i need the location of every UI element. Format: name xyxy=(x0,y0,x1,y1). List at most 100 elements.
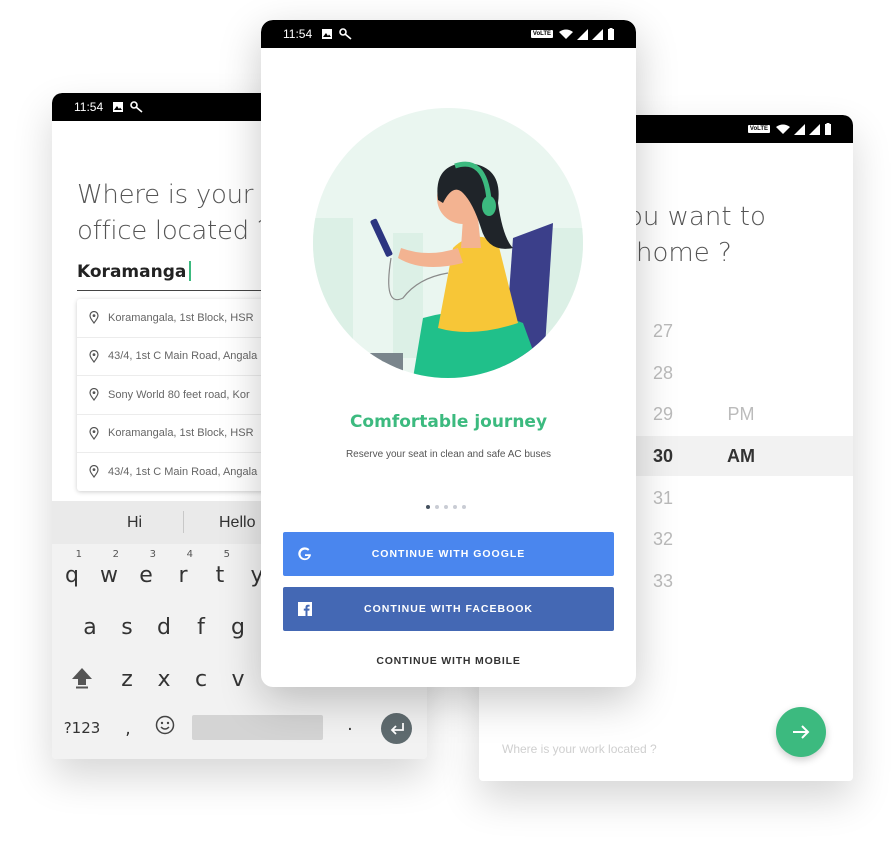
key-x[interactable]: x xyxy=(150,667,178,692)
suggestion-item[interactable]: 43/4, 1st C Main Road, Angala xyxy=(77,338,287,376)
suggestion-item[interactable]: Sony World 80 feet road, Kor xyxy=(77,376,287,415)
image-notification-icon xyxy=(113,102,124,112)
key-t[interactable]: 5t xyxy=(206,549,234,588)
suggestion-item[interactable]: Koramangala, 1st Block, HSR xyxy=(77,299,287,338)
button-label: CONTINUE WITH FACEBOOK xyxy=(364,603,533,615)
space-bar[interactable] xyxy=(192,715,323,740)
shift-key[interactable] xyxy=(68,667,96,695)
suggestion-text: 43/4, 1st C Main Road, Angala xyxy=(108,465,258,478)
key-z[interactable]: z xyxy=(113,667,141,692)
google-icon xyxy=(298,547,311,561)
key-f[interactable]: f xyxy=(187,615,215,640)
location-pin-icon xyxy=(89,388,99,402)
suggestion-text: Sony World 80 feet road, Kor xyxy=(108,388,250,401)
key-label: t xyxy=(215,563,225,588)
key-hint: 2 xyxy=(112,549,119,560)
battery-icon xyxy=(608,28,614,40)
key-hint: 3 xyxy=(149,549,156,560)
picker-option-selected[interactable]: 30 xyxy=(643,446,683,467)
return-arrow-icon xyxy=(390,722,404,735)
suggestion-text: Koramangala, 1st Block, HSR xyxy=(108,427,254,440)
picker-option[interactable]: 27 xyxy=(643,321,683,342)
onboarding-title: Comfortable journey xyxy=(349,412,548,432)
meridiem-option-selected[interactable]: AM xyxy=(724,446,758,467)
key-label: g xyxy=(231,615,245,640)
key-label: . xyxy=(347,715,353,735)
page-dot[interactable] xyxy=(453,505,457,509)
key-label: x xyxy=(157,667,171,692)
suggestion-divider xyxy=(183,511,184,533)
key-hint: 4 xyxy=(186,549,193,560)
key-v[interactable]: v xyxy=(224,667,252,692)
input-value: Koramanga xyxy=(77,262,187,282)
suggestion-list: Koramangala, 1st Block, HSR 43/4, 1st C … xyxy=(77,299,287,491)
signal-icon xyxy=(809,123,820,135)
comma-key[interactable]: , xyxy=(114,719,142,739)
enter-key[interactable] xyxy=(381,713,412,744)
page-dot[interactable] xyxy=(444,505,448,509)
symbols-key[interactable]: ?123 xyxy=(60,719,104,737)
image-notification-icon xyxy=(322,29,333,39)
keyboard-suggestion[interactable]: Hi xyxy=(127,514,142,532)
key-q[interactable]: 1q xyxy=(58,549,86,588)
next-button[interactable] xyxy=(776,707,826,757)
volte-badge: VoLTE xyxy=(747,125,770,133)
page-dot[interactable] xyxy=(435,505,439,509)
picker-option[interactable]: 33 xyxy=(643,571,683,592)
key-label: , xyxy=(125,719,131,739)
wifi-icon xyxy=(559,29,573,39)
key-label: s xyxy=(121,615,133,640)
suggestion-item[interactable]: 43/4, 1st C Main Road, Angala xyxy=(77,453,287,491)
status-bar: 11:54 VoLTE xyxy=(261,20,636,48)
key-w[interactable]: 2w xyxy=(95,549,123,588)
suggestion-text: 43/4, 1st C Main Road, Angala xyxy=(108,350,258,363)
suggestion-text: Koramangala, 1st Block, HSR xyxy=(108,311,254,324)
text-caret xyxy=(189,261,191,281)
commuter-illustration xyxy=(313,108,583,378)
period-key[interactable]: . xyxy=(336,715,364,735)
continue-with-google-button[interactable]: CONTINUE WITH GOOGLE xyxy=(283,532,614,576)
page-indicator xyxy=(426,505,466,509)
meridiem-option[interactable]: PM xyxy=(724,404,758,425)
key-g[interactable]: g xyxy=(224,615,252,640)
key-e[interactable]: 3e xyxy=(132,549,160,588)
continue-with-mobile-link[interactable]: CONTINUE WITH MOBILE xyxy=(261,655,636,667)
key-label: v xyxy=(231,667,245,692)
key-label: e xyxy=(139,563,153,588)
keyboard-suggestion[interactable]: Hello xyxy=(219,514,255,532)
key-label: ?123 xyxy=(63,719,101,737)
key-a[interactable]: a xyxy=(76,615,104,640)
signal-icon xyxy=(794,123,805,135)
work-location-placeholder[interactable]: Where is your work located ? xyxy=(502,742,657,756)
key-d[interactable]: d xyxy=(150,615,178,640)
page-dot[interactable] xyxy=(462,505,466,509)
emoji-key[interactable] xyxy=(151,715,179,741)
picker-option[interactable]: 29 xyxy=(643,404,683,425)
key-label: w xyxy=(100,563,118,588)
suggestion-item[interactable]: Koramangala, 1st Block, HSR xyxy=(77,415,287,453)
onboarding-screen: 11:54 VoLTE Comfortable journey Reserve … xyxy=(261,20,636,687)
key-label: d xyxy=(157,615,171,640)
battery-icon xyxy=(825,123,831,135)
picker-option[interactable]: 28 xyxy=(643,363,683,384)
key-label: a xyxy=(83,615,97,640)
status-time: 11:54 xyxy=(74,100,104,114)
question-line-1: ou want to xyxy=(627,202,766,232)
page-dot-active[interactable] xyxy=(426,505,430,509)
picker-option[interactable]: 31 xyxy=(643,488,683,509)
volte-badge: VoLTE xyxy=(530,30,553,38)
picker-option[interactable]: 32 xyxy=(643,529,683,550)
key-r[interactable]: 4r xyxy=(169,549,197,588)
key-c[interactable]: c xyxy=(187,667,215,692)
onboarding-subtitle: Reserve your seat in clean and safe AC b… xyxy=(345,449,552,460)
key-s[interactable]: s xyxy=(113,615,141,640)
key-label: c xyxy=(194,667,208,692)
key-label: z xyxy=(121,667,133,692)
vpn-key-icon xyxy=(339,28,352,40)
continue-with-facebook-button[interactable]: CONTINUE WITH FACEBOOK xyxy=(283,587,614,631)
button-label: CONTINUE WITH GOOGLE xyxy=(371,548,526,560)
location-pin-icon xyxy=(89,311,99,325)
wifi-icon xyxy=(776,124,790,134)
office-location-input[interactable]: Koramanga xyxy=(77,261,267,291)
question-line-2: home ? xyxy=(636,238,732,268)
